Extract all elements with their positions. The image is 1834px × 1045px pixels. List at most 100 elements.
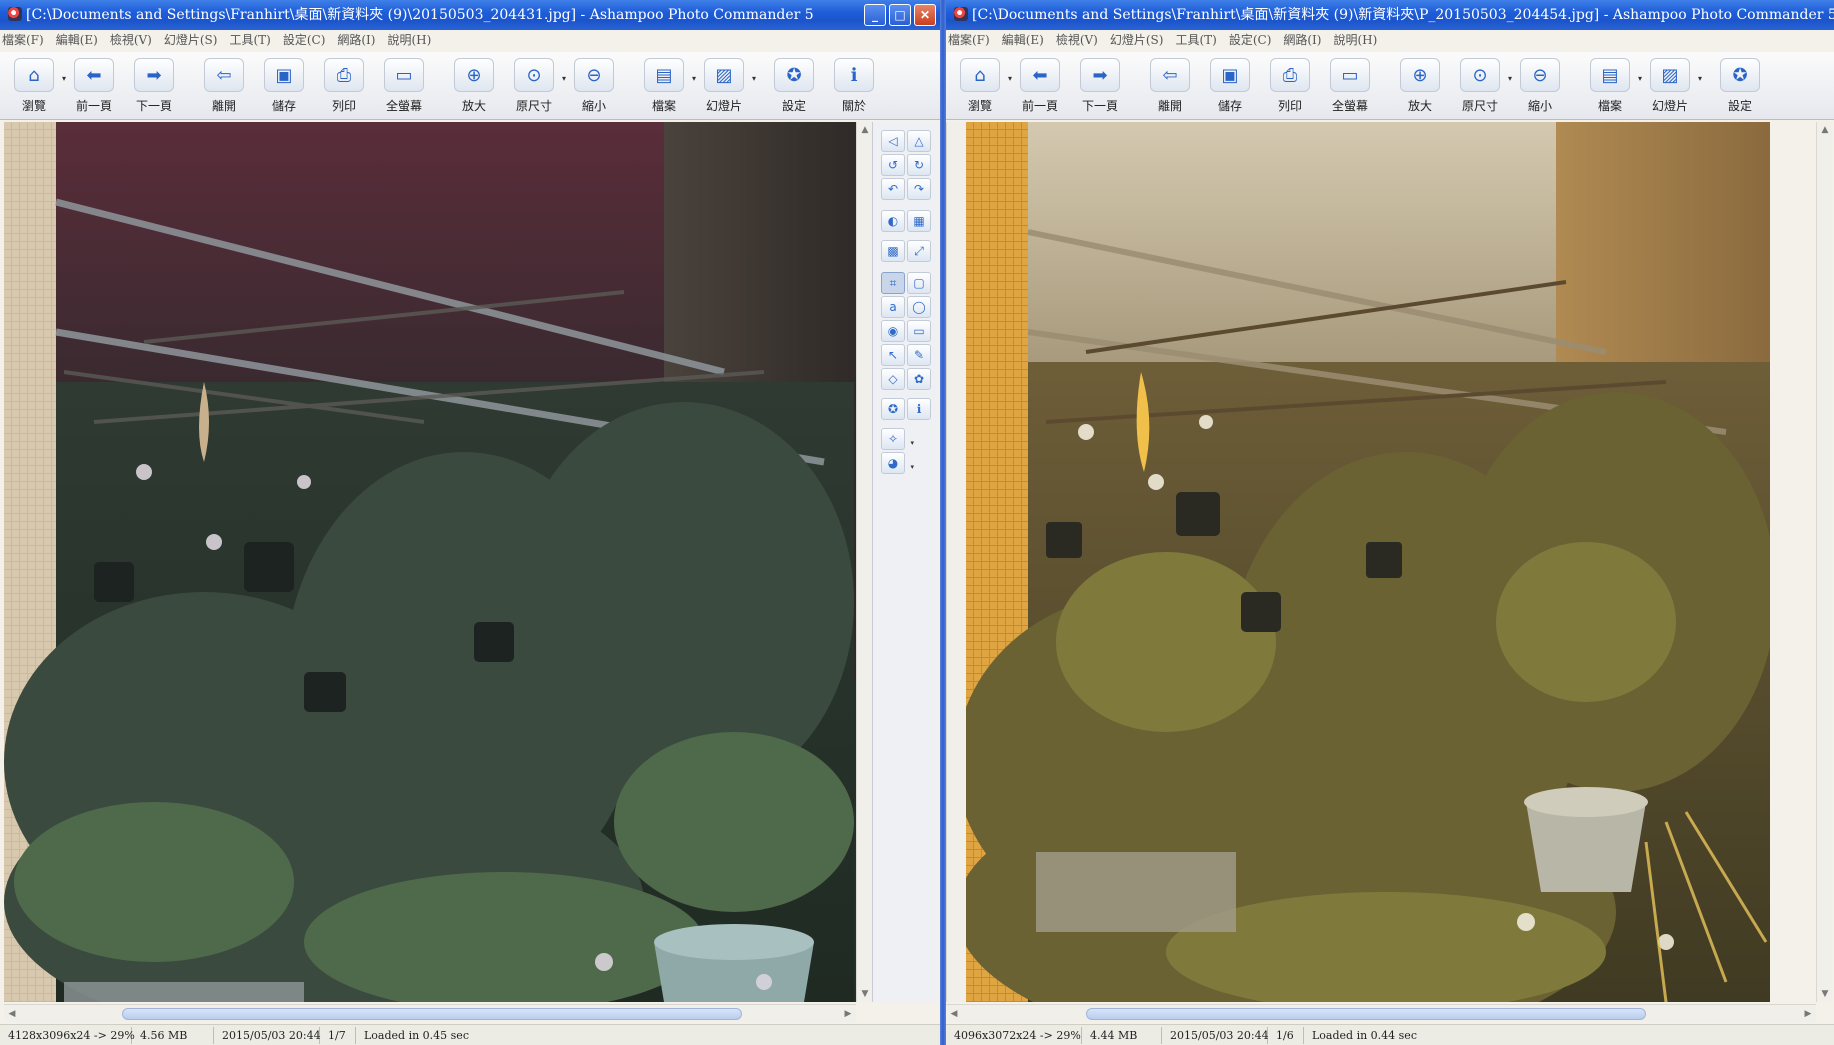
frame-icon[interactable]: ▢ [907, 272, 931, 294]
speech-bubble-icon[interactable]: ◯ [907, 296, 931, 318]
toolbar-button-label: 列印 [331, 99, 356, 113]
left-horizontal-scrollbar[interactable]: ◀ ▶ [4, 1004, 856, 1022]
toolbar-button-label: 離開 [1157, 99, 1182, 113]
image-icon[interactable]: ▦ [907, 210, 931, 232]
scroll-left-icon[interactable]: ◀ [946, 1005, 962, 1023]
palette-icon[interactable]: ◕ ▾ [881, 452, 914, 474]
dropdown-arrow-icon[interactable]: ▾ [910, 457, 914, 477]
maximize-button[interactable]: □ [889, 4, 911, 26]
scroll-down-icon[interactable]: ▼ [1817, 986, 1833, 1002]
pencil-icon[interactable]: ✎ [907, 344, 931, 366]
toolbar-button-actual-size[interactable]: ⊙ 原尺寸 ▾ [504, 52, 566, 118]
menu-item[interactable]: 幻燈片(S) [1110, 33, 1164, 47]
toolbar-button-browse[interactable]: ⌂ 瀏覽 ▾ [4, 52, 66, 118]
toolbar-button-label: 原尺寸 [1461, 99, 1498, 113]
right-window-title: [C:\Documents and Settings\Franhirt\桌面\新… [972, 7, 1834, 23]
flip-horizontal-icon[interactable]: ◁ [881, 130, 905, 152]
toolbar-button-about[interactable]: ℹ 關於 [824, 52, 884, 118]
scroll-right-icon[interactable]: ▶ [1800, 1005, 1816, 1023]
flip-vertical-icon[interactable]: △ [907, 130, 931, 152]
magic-wand-icon[interactable]: ✧ ▾ [881, 428, 914, 450]
toolbar-button-file[interactable]: ▤ 檔案 ▾ [634, 52, 696, 118]
toolbar-button-next-arrow[interactable]: ➡ 下一頁 [124, 52, 184, 118]
right-vertical-scrollbar[interactable]: ▲ ▼ [1816, 122, 1832, 1002]
toolbar-button-print[interactable]: ⎙ 列印 [1260, 52, 1320, 118]
toolbar-button-zoom-out[interactable]: ⊖ 縮小 [564, 52, 624, 118]
menu-item[interactable]: 網路(I) [337, 33, 375, 47]
toolbar-button-zoom-out[interactable]: ⊖ 縮小 [1510, 52, 1570, 118]
scroll-up-icon[interactable]: ▲ [1817, 122, 1833, 138]
toolbar-button-slideshow[interactable]: ▨ 幻燈片 ▾ [694, 52, 756, 118]
toolbar-button-settings[interactable]: ✪ 設定 [764, 52, 824, 118]
toolbar-button-file[interactable]: ▤ 檔案 ▾ [1580, 52, 1642, 118]
rectangle-icon[interactable]: ▭ [907, 320, 931, 342]
scroll-left-icon[interactable]: ◀ [4, 1005, 20, 1023]
eraser-icon[interactable]: ◇ [881, 368, 905, 390]
menu-item[interactable]: 設定(C) [1229, 33, 1272, 47]
left-title-bar[interactable]: [C:\Documents and Settings\Franhirt\桌面\新… [0, 0, 940, 30]
pointer-icon[interactable]: ↖ [881, 344, 905, 366]
dropdown-arrow-icon[interactable]: ▾ [752, 74, 756, 83]
dropdown-arrow-icon[interactable]: ▾ [910, 433, 914, 453]
toolbar-button-next-arrow[interactable]: ➡ 下一頁 [1070, 52, 1130, 118]
dropdown-arrow-icon[interactable]: ▾ [1698, 74, 1702, 83]
toolbar-button-exit[interactable]: ⇦ 離開 [1140, 52, 1200, 118]
menu-item[interactable]: 說明(H) [387, 33, 431, 47]
toolbar-button-prev-arrow[interactable]: ⬅ 前一頁 [1010, 52, 1070, 118]
toolbar-button-slideshow[interactable]: ▨ 幻燈片 ▾ [1640, 52, 1702, 118]
browse-icon: ⌂ [14, 58, 54, 92]
info-icon[interactable]: ℹ [907, 398, 931, 420]
menu-item[interactable]: 說明(H) [1333, 33, 1377, 47]
left-scroll-thumb[interactable] [122, 1008, 742, 1020]
close-button[interactable]: ✕ [914, 4, 936, 26]
scroll-down-icon[interactable]: ▼ [857, 986, 873, 1002]
right-title-bar[interactable]: [C:\Documents and Settings\Franhirt\桌面\新… [946, 0, 1834, 30]
toolbar-button-settings[interactable]: ✪ 設定 [1710, 52, 1770, 118]
left-photo-window: [C:\Documents and Settings\Franhirt\桌面\新… [0, 0, 940, 1045]
toolbar-button-zoom-in[interactable]: ⊕ 放大 [1390, 52, 1450, 118]
toolbar-button-save[interactable]: ▣ 儲存 [254, 52, 314, 118]
rotate-left-icon[interactable]: ↺ [881, 154, 905, 176]
minimize-button[interactable]: _ [864, 4, 886, 26]
menu-item[interactable]: 編輯(E) [56, 33, 98, 47]
prev-arrow-icon: ⬅ [74, 58, 114, 92]
color-icon[interactable]: ◐ [881, 210, 905, 232]
resize-icon[interactable]: ⤢ [907, 240, 931, 262]
menu-item[interactable]: 網路(I) [1283, 33, 1321, 47]
toolbar-button-actual-size[interactable]: ⊙ 原尺寸 ▾ [1450, 52, 1512, 118]
toolbar-button-exit[interactable]: ⇦ 離開 [194, 52, 254, 118]
rotate-right-icon[interactable]: ↻ [907, 154, 931, 176]
right-left-scrollbar[interactable] [946, 122, 966, 1002]
left-vertical-scrollbar[interactable]: ▲ ▼ [856, 122, 872, 1002]
toolbar-button-zoom-in[interactable]: ⊕ 放大 [444, 52, 504, 118]
menu-item[interactable]: 檢視(V) [110, 33, 152, 47]
redo-icon[interactable]: ↷ [907, 178, 931, 200]
scroll-up-icon[interactable]: ▲ [857, 122, 873, 138]
right-photo-viewport[interactable] [966, 122, 1770, 1002]
red-eye-icon[interactable]: ◉ [881, 320, 905, 342]
menu-item[interactable]: 檔案(F) [2, 33, 44, 47]
right-horizontal-scrollbar[interactable]: ◀ ▶ [946, 1004, 1816, 1022]
menu-item[interactable]: 設定(C) [283, 33, 326, 47]
toolbar-button-fullscreen[interactable]: ▭ 全螢幕 [374, 52, 434, 118]
right-scroll-thumb[interactable] [1086, 1008, 1646, 1020]
effects-icon[interactable]: ✿ [907, 368, 931, 390]
toolbar-button-browse[interactable]: ⌂ 瀏覽 ▾ [950, 52, 1012, 118]
menu-item[interactable]: 幻燈片(S) [164, 33, 218, 47]
left-photo-viewport[interactable] [4, 122, 858, 1002]
toolbar-button-save[interactable]: ▣ 儲存 [1200, 52, 1260, 118]
menu-item[interactable]: 工具(T) [229, 33, 270, 47]
toolbar-button-print[interactable]: ⎙ 列印 [314, 52, 374, 118]
undo-icon[interactable]: ↶ [881, 178, 905, 200]
adjust-icon[interactable]: ▩ [881, 240, 905, 262]
crop-icon[interactable]: ⌗ [881, 272, 905, 294]
toolbar-button-prev-arrow[interactable]: ⬅ 前一頁 [64, 52, 124, 118]
menu-item[interactable]: 檢視(V) [1056, 33, 1098, 47]
scroll-right-icon[interactable]: ▶ [840, 1005, 856, 1023]
menu-item[interactable]: 編輯(E) [1002, 33, 1044, 47]
toolbar-button-fullscreen[interactable]: ▭ 全螢幕 [1320, 52, 1380, 118]
menu-item[interactable]: 檔案(F) [948, 33, 990, 47]
menu-item[interactable]: 工具(T) [1175, 33, 1216, 47]
settings-small-icon[interactable]: ✪ [881, 398, 905, 420]
text-icon[interactable]: a [881, 296, 905, 318]
